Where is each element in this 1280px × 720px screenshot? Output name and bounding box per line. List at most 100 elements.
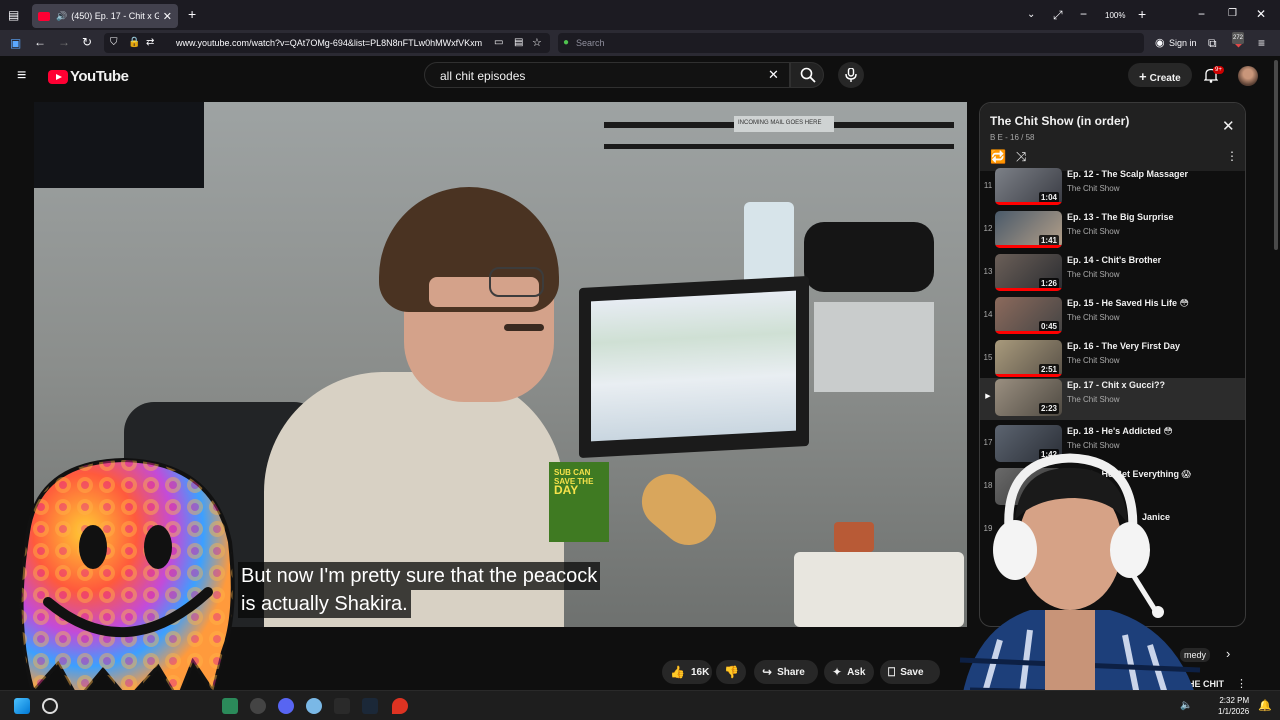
browser-tab[interactable]: 🔊 (450) Ep. 17 - Chit x Gucci? ✕ <box>32 4 178 28</box>
loop-icon[interactable]: 🔁 <box>990 149 1006 165</box>
playlist-thumbnail: 1:26 <box>995 254 1062 291</box>
chevron-down-icon[interactable]: ⌄ <box>1027 9 1035 21</box>
map-pin-icon[interactable] <box>392 698 408 714</box>
playlist-thumbnail: 2:51 <box>995 340 1062 377</box>
playlist-item-index: 14 <box>983 310 993 319</box>
close-tab-icon[interactable]: ✕ <box>163 10 172 23</box>
url-bar[interactable]: ⛉ 🔒 ⇄ www.youtube.com/watch?v=QAt7OMg-69… <box>104 33 550 53</box>
account-icon[interactable]: ◉ <box>1155 37 1165 49</box>
chevron-right-icon[interactable]: › <box>1226 646 1230 661</box>
steam-icon[interactable] <box>362 698 378 714</box>
search-icon[interactable] <box>42 698 58 714</box>
youtube-search-button[interactable] <box>790 62 824 88</box>
zoom-in-icon[interactable]: + <box>1138 7 1146 21</box>
url-text: www.youtube.com/watch?v=QAt7OMg-694&list… <box>176 38 483 48</box>
notification-badge: 9+ <box>1213 66 1224 74</box>
bag-text: SUB CAN <box>554 468 591 477</box>
app-icon[interactable] <box>306 698 322 714</box>
more-vert-icon[interactable]: ⋮ <box>1236 677 1247 690</box>
dislike-button[interactable]: 👎 <box>716 660 746 684</box>
app-icon[interactable] <box>250 698 266 714</box>
playlist-item[interactable]: 13 1:26 Ep. 14 - Chit's Brother The Chit… <box>980 253 1245 295</box>
playlist-title[interactable]: The Chit Show (in order) <box>990 114 1129 128</box>
monitor <box>579 275 809 459</box>
storage-box <box>814 302 934 392</box>
watched-progress <box>995 245 1062 248</box>
share-button[interactable]: ↪ Share <box>754 660 818 684</box>
avatar[interactable] <box>1238 66 1258 86</box>
playlist-item-channel: The Chit Show <box>1067 184 1120 193</box>
close-icon[interactable]: ✕ <box>1222 117 1235 135</box>
sign-in-button[interactable]: Sign in <box>1169 38 1197 48</box>
zoom-out-icon[interactable]: − <box>1080 8 1087 20</box>
watched-progress <box>995 374 1062 377</box>
system-clock[interactable]: 2:32 PM 1/1/2026 <box>1218 695 1249 717</box>
discord-icon[interactable] <box>278 698 294 714</box>
youtube-search-input[interactable]: all chit episodes ✕ <box>424 62 790 88</box>
playlist-item-title: Ep. 17 - Chit x Gucci?? <box>1067 380 1166 390</box>
playlist-item-title: Ep. 16 - The Very First Day <box>1067 341 1181 351</box>
share-label: Share <box>777 666 805 678</box>
playlist-header: The Chit Show (in order) B E - 16 / 58 ✕… <box>980 103 1245 171</box>
youtube-logo-text: YouTube <box>70 68 129 85</box>
plant-pot <box>834 522 874 552</box>
youtube-logo[interactable]: YouTube <box>48 68 129 85</box>
playlist-item-channel: The Chit Show <box>1067 356 1120 365</box>
lock-icon[interactable]: 🔒 <box>128 37 140 49</box>
fullscreen-icon[interactable]: ⤢ <box>1053 9 1063 21</box>
restore-icon[interactable]: ❐ <box>1228 8 1237 20</box>
playlist-item-title: Ep. 12 - The Scalp Massager <box>1067 169 1189 179</box>
search-query: all chit episodes <box>440 69 526 83</box>
notification-center-icon[interactable]: 🔔 <box>1258 699 1272 712</box>
windows-taskbar: 🔈 2:32 PM 1/1/2026 🔔 <box>0 690 1280 720</box>
ask-button[interactable]: ✦ Ask <box>824 660 874 684</box>
forward-icon[interactable]: → <box>58 36 70 48</box>
tab-list-icon[interactable]: ▤ <box>8 9 19 21</box>
youtube-play-icon <box>48 69 68 84</box>
minimize-icon[interactable]: − <box>1198 8 1205 20</box>
sparkle-icon: ✦ <box>832 665 843 679</box>
shield-icon[interactable]: ⛉ <box>110 37 118 49</box>
back-icon[interactable]: ← <box>34 36 46 48</box>
app-icon[interactable] <box>222 698 238 714</box>
speaker-icon[interactable]: 🔊 <box>56 11 67 22</box>
more-vert-icon[interactable]: ⋮ <box>1226 149 1238 163</box>
close-window-icon[interactable]: ✕ <box>1256 8 1266 20</box>
monitor-screen <box>591 290 796 442</box>
playlist-item-index: 11 <box>983 181 993 190</box>
search-icon <box>800 67 816 83</box>
playlist-item[interactable]: 15 2:51 Ep. 16 - The Very First Day The … <box>980 339 1245 381</box>
menu-icon[interactable]: ≡ <box>1258 37 1265 49</box>
clear-search-icon[interactable]: ✕ <box>768 68 779 81</box>
clock-time: 2:32 PM <box>1219 696 1250 705</box>
new-tab-icon[interactable]: + <box>188 7 196 21</box>
webcam-streamer-overlay <box>959 453 1201 710</box>
shuffle-icon[interactable]: ⤨ <box>1016 149 1026 165</box>
hamburger-menu-icon[interactable]: ≡ <box>17 68 26 84</box>
playlist-item[interactable]: 12 1:41 Ep. 13 - The Big Surprise The Ch… <box>980 210 1245 252</box>
terminal-icon[interactable] <box>334 698 350 714</box>
playlist-item-channel: The Chit Show <box>1067 270 1120 279</box>
create-button[interactable]: + Create <box>1128 63 1192 87</box>
youtube-header: ≡ YouTube all chit episodes ✕ + Create 9+ <box>0 56 1280 100</box>
pip-icon[interactable]: ▭ <box>494 37 503 49</box>
bookmark-star-icon[interactable]: ☆ <box>532 37 542 49</box>
reader-icon[interactable]: ▤ <box>514 37 523 49</box>
playlist-item[interactable]: 11 1:04 Ep. 12 - The Scalp Massager The … <box>980 167 1245 209</box>
browser-search-field[interactable]: ● Search <box>558 33 1144 53</box>
mustache <box>504 324 544 331</box>
playlist-item[interactable]: 14 0:45 Ep. 15 - He Saved His Life 😳 The… <box>980 296 1245 338</box>
extension-badge: 272 <box>1232 32 1245 44</box>
like-count: 16K <box>690 666 710 678</box>
like-button[interactable]: 👍 16K <box>662 660 712 684</box>
page-scrollbar[interactable] <box>1274 60 1278 250</box>
volume-icon[interactable]: 🔈 <box>1180 700 1192 711</box>
permissions-icon[interactable]: ⇄ <box>146 37 154 49</box>
playlist-thumbnail: 2:23 <box>995 379 1062 416</box>
sidebar-icon[interactable]: ▣ <box>10 37 21 49</box>
reload-icon[interactable]: ↻ <box>82 36 92 48</box>
voice-search-button[interactable] <box>838 62 864 88</box>
windows-start-icon[interactable] <box>14 698 30 714</box>
playlist-item-current[interactable]: ▶ 2:23 Ep. 17 - Chit x Gucci?? The Chit … <box>980 378 1245 420</box>
extensions-icon[interactable]: ⧉ <box>1208 37 1217 49</box>
